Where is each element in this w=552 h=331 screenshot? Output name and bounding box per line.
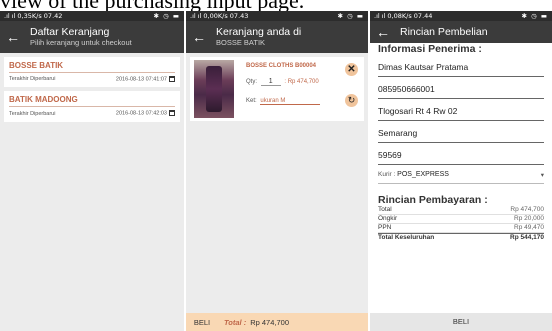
note-input[interactable]: ukuran M [260, 98, 321, 105]
figure-caption: view of the purchasing input page. [0, 0, 552, 11]
row-label: Total [378, 206, 392, 213]
payment-table: Total Rp 474,700 Ongkir Rp 20,000 PPN Rp 49… [378, 206, 544, 242]
courier-value: POS_EXPRESS [397, 171, 449, 178]
phone-field[interactable]: 085950666001 [378, 77, 544, 99]
address-field[interactable]: Tlogosari Rt 4 Rw 02 [378, 99, 544, 121]
status-bar: .ıl ıl 0,08K/s 07.44 ✱ ◷ ▬ [370, 11, 552, 21]
updated-label: Terakhir Diperbarui [9, 110, 56, 117]
courier-label: Kurir : [378, 171, 396, 178]
status-icons: ✱ ◷ ▬ [521, 12, 548, 20]
row-value: Rp 49,470 [514, 224, 544, 231]
status-left: .ıl ıl 0,08K/s 07.44 [374, 12, 433, 20]
grand-total-value: Rp 544,170 [510, 234, 544, 241]
back-arrow-icon[interactable]: ← [376, 21, 392, 43]
payment-row: Total Rp 474,700 [378, 206, 544, 215]
checkout-bar: BELI Total : Rp 474,700 [186, 313, 368, 331]
product-image [194, 60, 234, 118]
page-title: Daftar Keranjang [30, 26, 110, 38]
page-subtitle: Pilih keranjang untuk checkout [30, 38, 132, 47]
calendar-icon [169, 76, 175, 82]
status-icons: ✱ ◷ ▬ [153, 12, 180, 20]
recipient-heading: Informasi Penerima : [378, 43, 482, 55]
status-icons: ✱ ◷ ▬ [337, 12, 364, 20]
app-bar: ← Keranjang anda di BOSSE BATIK [186, 21, 368, 53]
back-arrow-icon[interactable]: ← [192, 21, 208, 53]
buy-button[interactable]: BELI [186, 318, 218, 327]
status-bar: .ıl ıl 0,35K/s 07.42 ✱ ◷ ▬ [0, 11, 184, 21]
store-name: BATIK MADOONG [9, 95, 175, 108]
item-price: : Rp 474,700 [284, 79, 319, 85]
store-card[interactable]: BOSSE BATIK Terakhir Diperbarui 2016-08-… [4, 57, 180, 88]
store-card[interactable]: BATIK MADOONG Terakhir Diperbarui 2016-0… [4, 91, 180, 122]
updated-date: 2016-08-13 07:41:07 [115, 76, 167, 83]
cart-item: BOSSE CLOTHS B00004 Qty: 1 : Rp 474,700 … [190, 57, 364, 121]
cart-detail-screen: .ıl ıl 0,00K/s 07.43 ✱ ◷ ▬ ← Keranjang a… [186, 11, 368, 331]
payment-row: Ongkir Rp 20,000 [378, 215, 544, 224]
total-value: Rp 474,700 [250, 317, 290, 327]
row-label: PPN [378, 224, 392, 231]
remove-item-icon[interactable]: ✕ [345, 63, 358, 76]
calendar-icon [169, 110, 175, 117]
product-name: BOSSE CLOTHS B00004 [246, 63, 317, 69]
page-title: Keranjang anda di [216, 26, 302, 38]
payment-row: PPN Rp 49,470 [378, 224, 544, 233]
qty-label: Qty: [246, 79, 258, 85]
note-label: Ket: [246, 98, 257, 104]
store-name: BOSSE BATIK [9, 61, 175, 73]
grand-total-row: Total Keseluruhan Rp 544,170 [378, 233, 544, 242]
payment-heading: Rincian Pembayaran : [378, 194, 488, 206]
refresh-icon[interactable]: ↻ [345, 94, 358, 107]
updated-date: 2016-08-13 07:42:03 [115, 110, 167, 117]
page-title: Rincian Pembelian [400, 26, 488, 38]
buy-button[interactable]: BELI [370, 313, 552, 331]
qty-input[interactable]: 1 [260, 78, 281, 86]
row-label: Ongkir [378, 215, 398, 222]
city-field[interactable]: Semarang [378, 121, 544, 143]
postal-code-field[interactable]: 59569 [378, 143, 544, 165]
back-arrow-icon[interactable]: ← [6, 21, 22, 53]
chevron-down-icon: ▾ [540, 172, 544, 179]
status-left: .ıl ıl 0,00K/s 07.43 [190, 12, 249, 20]
cart-list-screen: .ıl ıl 0,35K/s 07.42 ✱ ◷ ▬ ← Daftar Kera… [0, 11, 184, 331]
total-label: Total : [224, 317, 247, 327]
purchase-detail-screen: .ıl ıl 0,08K/s 07.44 ✱ ◷ ▬ ← Rincian Pem… [370, 11, 552, 331]
status-bar: .ıl ıl 0,00K/s 07.43 ✱ ◷ ▬ [186, 11, 368, 21]
page-subtitle: BOSSE BATIK [216, 38, 266, 47]
app-bar: ← Rincian Pembelian [370, 21, 552, 43]
grand-total-label: Total Keseluruhan [378, 234, 435, 241]
row-value: Rp 474,700 [510, 206, 544, 213]
courier-select[interactable]: Kurir : POS_EXPRESS ▾ [378, 171, 544, 184]
row-value: Rp 20,000 [514, 215, 544, 222]
updated-label: Terakhir Diperbarui [9, 76, 56, 83]
app-bar: ← Daftar Keranjang Pilih keranjang untuk… [0, 21, 184, 53]
recipient-name-field[interactable]: Dimas Kautsar Pratama [378, 55, 544, 77]
status-left: .ıl ıl 0,35K/s 07.42 [4, 12, 63, 20]
